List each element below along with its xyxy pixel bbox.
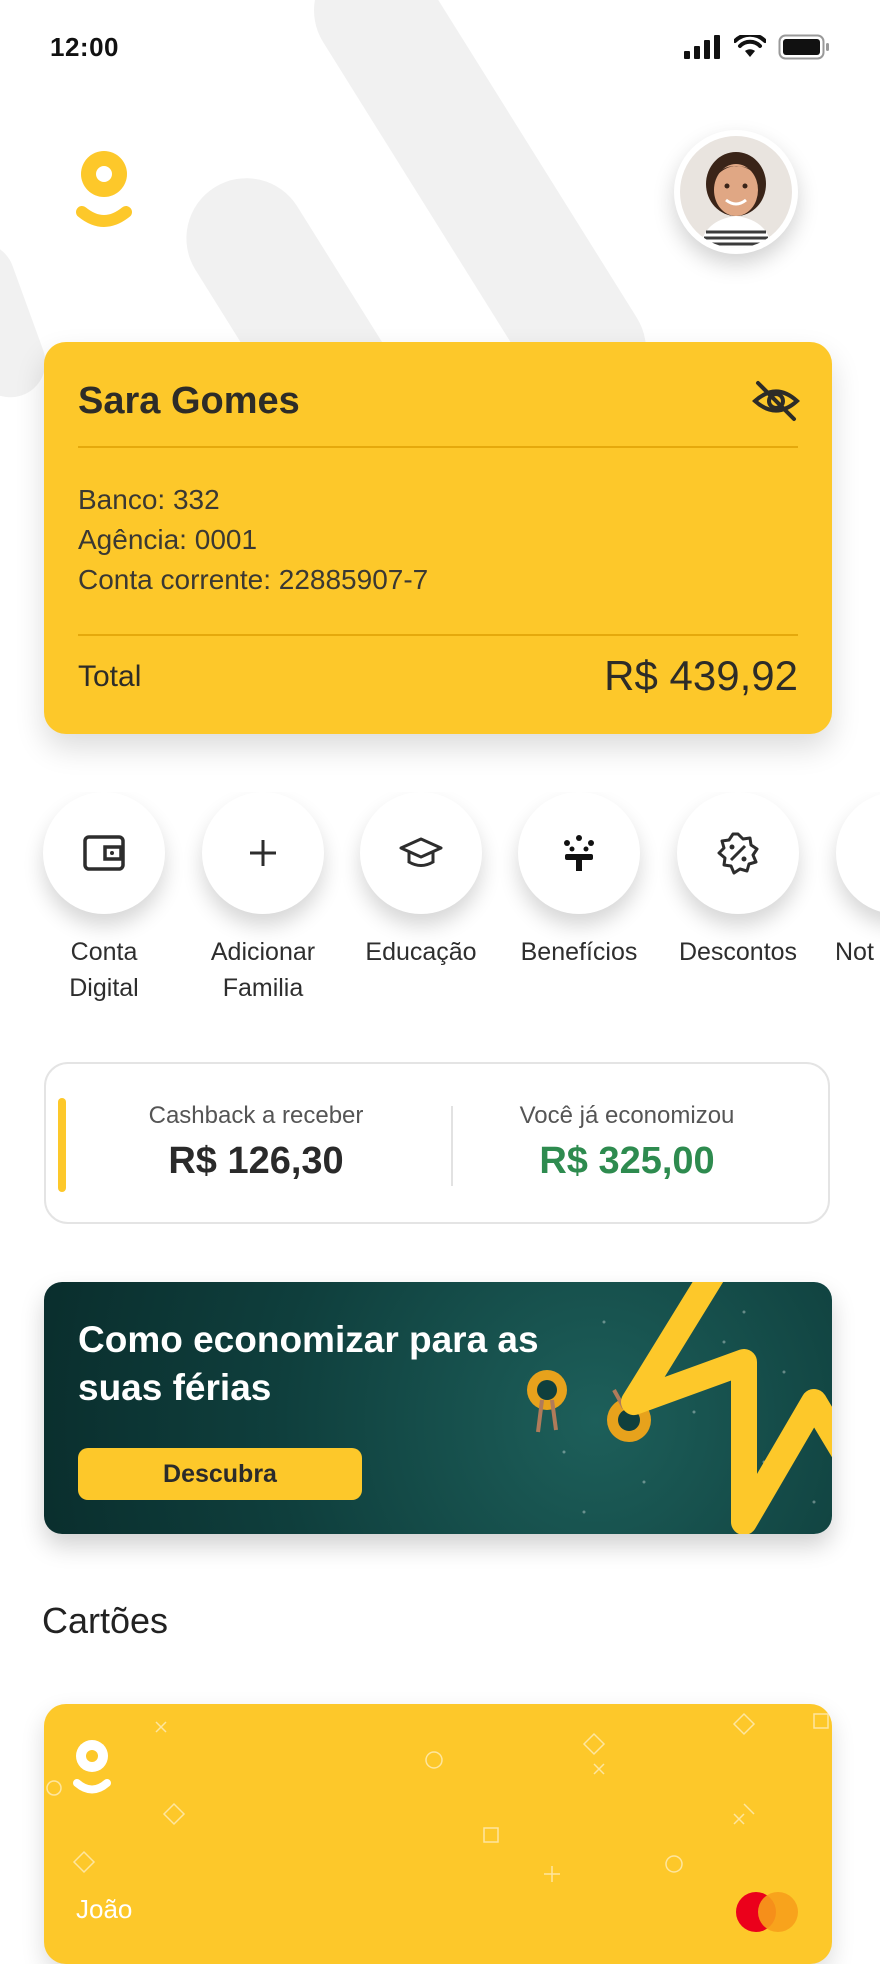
action-conta-digital[interactable]: Conta Digital — [24, 792, 184, 1006]
divider — [78, 634, 798, 636]
action-label: Not — [817, 934, 880, 970]
discover-button[interactable]: Descubra — [78, 1448, 362, 1500]
bank-code: Banco: 332 — [78, 484, 220, 515]
action-label: Adicionar Familia — [183, 934, 343, 1006]
account-number: Conta corrente: 22885907-7 — [78, 564, 429, 595]
savings: Você já economizou R$ 325,00 — [462, 1102, 792, 1183]
action-button[interactable] — [836, 792, 880, 914]
action-label: Descontos — [658, 934, 818, 970]
action-label: Educação — [341, 934, 501, 970]
agency-number: Agência: 0001 — [78, 524, 258, 555]
savings-label: Você já economizou — [519, 1102, 735, 1129]
card-holder-name: João — [76, 1894, 133, 1924]
status-icons — [684, 34, 830, 60]
action-descontos[interactable]: Descontos — [658, 792, 818, 970]
action-label: Conta Digital — [24, 934, 184, 1006]
status-bar: 12:00 — [0, 0, 880, 96]
action-label-line: Digital — [69, 974, 139, 1002]
mastercard-icon — [736, 1892, 798, 1932]
cashback-label: Cashback a receber — [148, 1102, 364, 1129]
bank-details: Banco: 332 Agência: 0001 Conta corrente:… — [78, 480, 428, 600]
action-adicionar-familia[interactable]: Adicionar Familia — [183, 792, 343, 1006]
quick-actions-row: Conta Digital Adicionar Familia Educação — [0, 792, 880, 1022]
action-button[interactable] — [43, 792, 165, 914]
status-time: 12:00 — [50, 32, 119, 62]
wallet-icon — [83, 835, 125, 871]
discount-badge-icon — [717, 832, 759, 875]
account-holder-name: Sara Gomes — [78, 380, 300, 422]
action-label-line: Conta — [70, 938, 138, 966]
account-card: Sara Gomes Banco: 332 Agência: 0001 Cont… — [44, 342, 832, 734]
divider — [78, 446, 798, 448]
cashback-summary-card[interactable]: Cashback a receber R$ 126,30 Você já eco… — [44, 1062, 830, 1224]
user-photo-icon — [680, 136, 792, 248]
accent-bar — [58, 1098, 66, 1192]
hide-balance-eye-icon[interactable] — [752, 380, 800, 422]
benefits-icon — [564, 835, 594, 871]
action-label-line: Educação — [365, 938, 477, 966]
action-label-line: Familia — [222, 974, 304, 1002]
action-label-line: Benefícios — [520, 938, 638, 966]
profile-avatar[interactable] — [674, 130, 798, 254]
action-button[interactable] — [360, 792, 482, 914]
brand-logo-icon — [76, 151, 132, 227]
total-label: Total — [78, 660, 142, 693]
savings-value: R$ 325,00 — [539, 1140, 715, 1182]
card-logo-icon — [73, 1740, 111, 1794]
divider — [451, 1106, 453, 1186]
promo-title: Como economizar para as suas férias — [78, 1319, 539, 1408]
graduation-cap-icon — [399, 837, 443, 867]
battery-icon — [778, 34, 829, 60]
card-pattern — [46, 1712, 829, 1882]
action-button[interactable] — [202, 792, 324, 914]
cashback-value: R$ 126,30 — [168, 1140, 344, 1182]
action-button[interactable] — [677, 792, 799, 914]
action-label-line: Descontos — [678, 938, 798, 966]
payment-card[interactable]: João — [44, 1704, 832, 1964]
action-beneficios[interactable]: Benefícios — [499, 792, 659, 970]
action-button[interactable] — [518, 792, 640, 914]
action-label-line: Adicionar — [210, 938, 316, 966]
action-label: Benefícios — [499, 934, 659, 970]
signal-icon — [684, 35, 720, 59]
cards-section-title: Cartões — [42, 1600, 169, 1641]
total-balance: R$ 439,92 — [604, 652, 798, 699]
plus-icon — [250, 840, 276, 866]
action-notificacoes[interactable]: Not — [817, 792, 880, 970]
cashback-to-receive: Cashback a receber R$ 126,30 — [106, 1102, 406, 1183]
wifi-icon — [734, 35, 766, 57]
action-label-line: Not — [835, 938, 874, 966]
promo-banner[interactable]: Como economizar para as suas férias Desc… — [44, 1282, 832, 1534]
action-educacao[interactable]: Educação — [341, 792, 501, 970]
